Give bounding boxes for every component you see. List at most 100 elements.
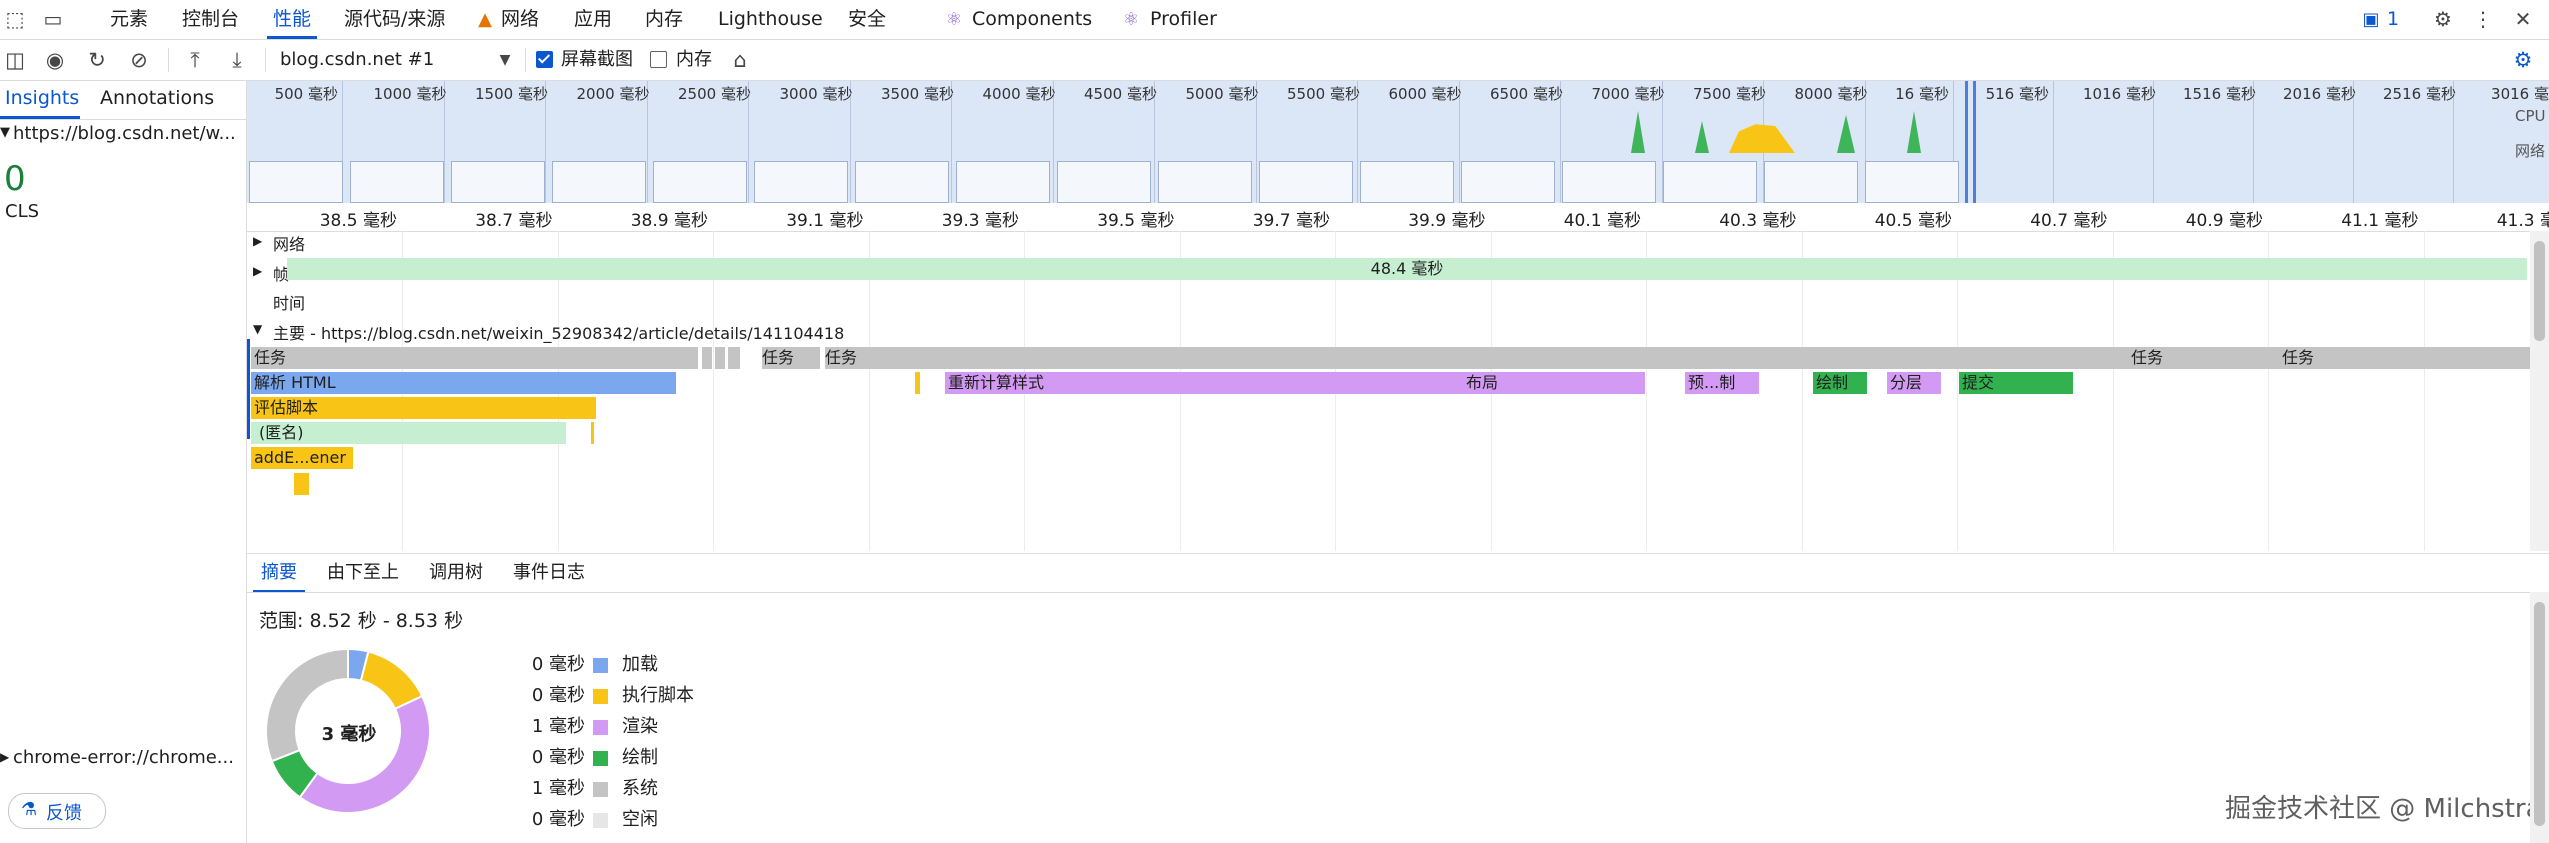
expand-network-icon[interactable]: ▶ bbox=[253, 234, 262, 248]
tab-memory[interactable]: 内存 bbox=[645, 0, 683, 39]
memory-checkbox[interactable] bbox=[650, 51, 667, 68]
tab-performance[interactable]: 性能 bbox=[266, 0, 318, 39]
screenshot-thumbnail[interactable] bbox=[653, 161, 747, 203]
layout-bar[interactable]: 布局 bbox=[1463, 372, 1645, 394]
clear-icon[interactable]: ⊘ bbox=[124, 40, 154, 80]
screenshot-thumbnail[interactable] bbox=[754, 161, 848, 203]
tab-security[interactable]: 安全 bbox=[848, 0, 886, 39]
screenshot-thumbnail[interactable] bbox=[1259, 161, 1353, 203]
task-bar[interactable]: 任务 bbox=[762, 347, 820, 369]
tab-elements[interactable]: 元素 bbox=[110, 0, 148, 39]
download-profile-icon[interactable]: ⤓ bbox=[222, 40, 252, 80]
error-page-item[interactable]: chrome-error://chrome... bbox=[13, 747, 234, 768]
screenshot-thumbnail[interactable] bbox=[350, 161, 444, 203]
screenshot-thumbnail[interactable] bbox=[451, 161, 545, 203]
commit-bar[interactable]: 提交 bbox=[1959, 372, 2073, 394]
summary-scrollbar[interactable] bbox=[2530, 592, 2549, 843]
capture-settings-icon[interactable]: ⚙ bbox=[2508, 40, 2538, 80]
tab-lighthouse[interactable]: Lighthouse bbox=[718, 0, 823, 39]
tab-annotations[interactable]: Annotations bbox=[100, 87, 214, 109]
tab-profiler[interactable]: Profiler bbox=[1150, 0, 1217, 39]
flame-chart[interactable]: ▶ 网络 ▶ 帧 48.4 毫秒 时间 ▼ 主要 - https://blog.… bbox=[247, 231, 2549, 551]
task-bar[interactable] bbox=[2247, 347, 2257, 369]
frame-bar[interactable]: 48.4 毫秒 bbox=[287, 258, 2527, 280]
selection-handle-right[interactable] bbox=[1973, 81, 1976, 203]
task-bar[interactable] bbox=[728, 347, 740, 369]
feedback-button[interactable]: ⚗ 反馈 bbox=[8, 793, 106, 829]
layerize-bar[interactable]: 分层 bbox=[1887, 372, 1941, 394]
tab-summary[interactable]: 摘要 bbox=[253, 554, 305, 592]
issues-icon[interactable]: ▣ bbox=[2360, 0, 2382, 39]
more-options-icon[interactable]: ⋮ bbox=[2470, 0, 2496, 39]
task-bar[interactable]: 任务 bbox=[251, 347, 698, 369]
task-bar[interactable] bbox=[2115, 347, 2123, 369]
screenshot-thumbnail[interactable] bbox=[1663, 161, 1757, 203]
tab-components[interactable]: Components bbox=[972, 0, 1092, 39]
task-bar[interactable] bbox=[715, 347, 725, 369]
evaluate-script-bar[interactable]: 评估脚本 bbox=[251, 397, 596, 419]
screenshot-thumbnail[interactable] bbox=[1158, 161, 1252, 203]
record-icon[interactable]: ◉ bbox=[40, 40, 70, 80]
screenshot-thumbnail[interactable] bbox=[1461, 161, 1555, 203]
reload-record-icon[interactable]: ↻ bbox=[82, 40, 112, 80]
recording-select[interactable]: blog.csdn.net #1 bbox=[280, 40, 434, 80]
tab-sources[interactable]: 源代码/来源 bbox=[344, 0, 445, 39]
screenshot-thumbnail[interactable] bbox=[956, 161, 1050, 203]
scrollbar-thumb[interactable] bbox=[2534, 241, 2545, 341]
task-bar[interactable] bbox=[2261, 347, 2271, 369]
upload-profile-icon[interactable]: ⤒ bbox=[180, 40, 210, 80]
selection-handle-left[interactable] bbox=[1965, 81, 1968, 203]
parse-html-bar[interactable]: 解析 HTML bbox=[251, 372, 676, 394]
tab-insights[interactable]: Insights bbox=[5, 87, 79, 109]
garbage-collect-icon[interactable]: ⌂ bbox=[725, 40, 755, 80]
tab-network[interactable]: 网络 bbox=[501, 0, 539, 39]
task-bar[interactable] bbox=[702, 347, 712, 369]
script-sliver-bar[interactable] bbox=[591, 422, 594, 444]
scrollbar-thumb[interactable] bbox=[2534, 602, 2545, 826]
track-timings[interactable]: 时间 bbox=[273, 290, 305, 314]
expand-frames-icon[interactable]: ▶ bbox=[253, 264, 262, 278]
screenshot-thumbnail[interactable] bbox=[1764, 161, 1858, 203]
insight-url-item[interactable]: https://blog.csdn.net/w... bbox=[13, 123, 236, 144]
tab-application[interactable]: 应用 bbox=[574, 0, 612, 39]
tab-console[interactable]: 控制台 bbox=[182, 0, 239, 39]
screenshot-thumbnail[interactable] bbox=[249, 161, 343, 203]
task-bar[interactable] bbox=[2217, 347, 2231, 369]
recalc-style-bar[interactable]: 重新计算样式 bbox=[945, 372, 1507, 394]
screenshot-thumbnail[interactable] bbox=[1360, 161, 1454, 203]
task-bar[interactable] bbox=[2086, 347, 2106, 369]
device-toolbar-icon[interactable]: ▭ bbox=[40, 0, 66, 39]
close-icon[interactable]: ✕ bbox=[2508, 0, 2538, 39]
screenshot-thumbnail[interactable] bbox=[1562, 161, 1656, 203]
track-network[interactable]: 网络 bbox=[273, 231, 305, 255]
tab-call-tree[interactable]: 调用树 bbox=[429, 554, 483, 592]
track-main-thread[interactable]: 主要 - https://blog.csdn.net/weixin_529083… bbox=[273, 320, 844, 344]
collapse-triangle-icon[interactable]: ▶ bbox=[0, 750, 9, 764]
screenshot-thumbnail[interactable] bbox=[1057, 161, 1151, 203]
task-bar[interactable] bbox=[2205, 347, 2213, 369]
timeline-overview[interactable]: 500 毫秒 1000 毫秒 1500 毫秒 2000 毫秒 2500 毫秒 3000 毫… bbox=[247, 81, 2549, 203]
script-sliver-bar[interactable] bbox=[915, 372, 920, 394]
screenshots-checkbox[interactable] bbox=[536, 51, 553, 68]
toggle-sidebar-icon[interactable]: ◫ bbox=[0, 40, 30, 80]
anonymous-function-bar[interactable]: (匿名) bbox=[251, 422, 566, 444]
screenshot-thumbnail[interactable] bbox=[1865, 161, 1959, 203]
issues-count[interactable]: 1 bbox=[2387, 0, 2399, 39]
toolbar-divider bbox=[168, 48, 169, 72]
pre-paint-bar[interactable]: 预...制 bbox=[1685, 372, 1759, 394]
collapse-main-icon[interactable]: ▼ bbox=[253, 322, 262, 336]
screenshot-thumbnail[interactable] bbox=[855, 161, 949, 203]
call-sliver-bar[interactable] bbox=[294, 473, 309, 495]
chevron-down-icon[interactable]: ▼ bbox=[490, 40, 520, 80]
task-bar[interactable]: 任务 bbox=[2277, 347, 2547, 369]
paint-bar[interactable]: 绘制 bbox=[1813, 372, 1867, 394]
inspect-element-icon[interactable]: ⬚ bbox=[2, 0, 28, 39]
task-bar[interactable] bbox=[2193, 347, 2201, 369]
settings-gear-icon[interactable]: ⚙ bbox=[2428, 0, 2458, 39]
expand-triangle-icon[interactable]: ▼ bbox=[0, 125, 10, 140]
tab-event-log[interactable]: 事件日志 bbox=[513, 554, 585, 592]
flame-chart-scrollbar[interactable] bbox=[2530, 231, 2549, 551]
tab-bottom-up[interactable]: 由下至上 bbox=[327, 554, 399, 592]
add-event-listener-bar[interactable]: addE...ener bbox=[251, 447, 353, 469]
screenshot-thumbnail[interactable] bbox=[552, 161, 646, 203]
